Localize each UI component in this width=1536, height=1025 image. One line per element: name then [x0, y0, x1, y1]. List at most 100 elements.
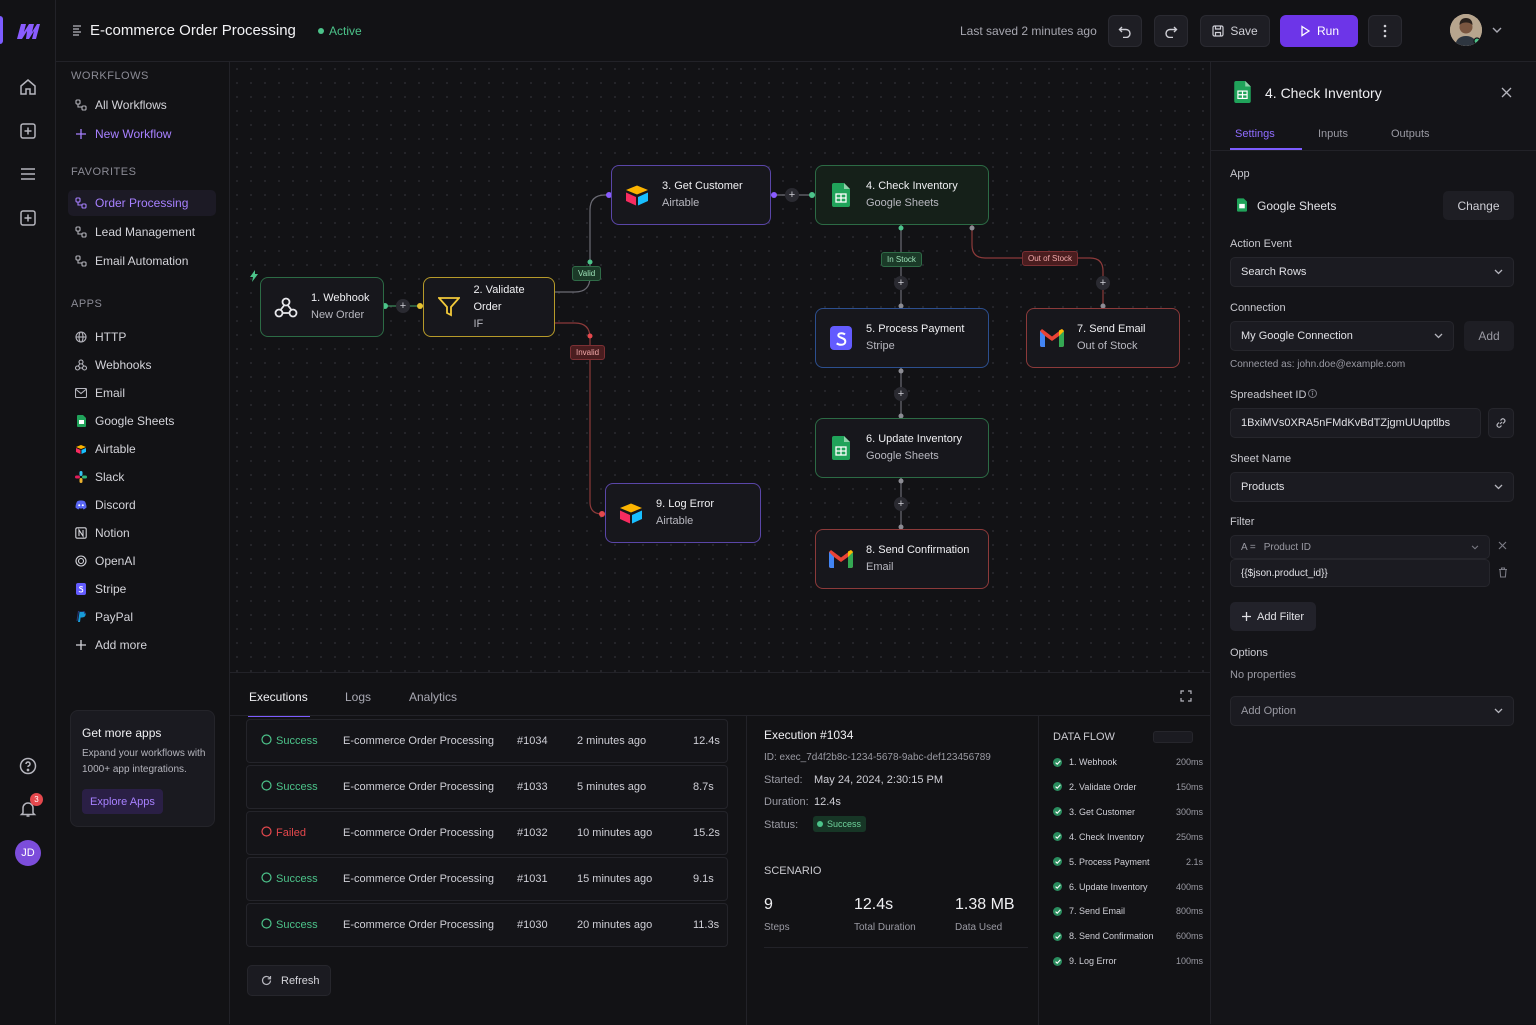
add-step-button[interactable]: +	[396, 299, 410, 313]
airtable-icon	[618, 500, 644, 526]
list-item: 5. Process Payment 2.1s	[1053, 857, 1203, 867]
filter-field-select[interactable]: A = Product ID	[1230, 535, 1490, 559]
execution-time: 2 minutes ago	[577, 735, 647, 747]
connection-select[interactable]: My Google Connection	[1230, 321, 1454, 351]
add-filter-button[interactable]: Add Filter	[1230, 602, 1316, 631]
avatar[interactable]: JD	[15, 840, 41, 866]
execution-id: ID: exec_7d4f2b8c-1234-5678-9abc-def1234…	[764, 752, 991, 763]
sidebar-item-airtable[interactable]: Airtable	[68, 436, 216, 462]
table-row[interactable]: Failed E-commerce Order Processing #1032 10…	[246, 811, 728, 855]
node-get-customer[interactable]: 3. Get Customer Airtable	[611, 165, 771, 225]
tab-inputs[interactable]: Inputs	[1318, 128, 1348, 140]
link-button[interactable]	[1488, 408, 1514, 438]
execution-title: Execution #1034	[764, 728, 854, 742]
refresh-button[interactable]: Refresh	[247, 965, 331, 996]
help-icon[interactable]	[16, 754, 40, 778]
tab-analytics[interactable]: Analytics	[409, 690, 457, 704]
trash-icon[interactable]	[1498, 567, 1508, 578]
sidebar-item-order-processing[interactable]: Order Processing	[68, 190, 216, 216]
add-option-select[interactable]: Add Option	[1230, 696, 1514, 726]
node-validate-order[interactable]: 2. Validate Order IF	[423, 277, 555, 337]
table-row[interactable]: Success E-commerce Order Processing #1030 2…	[246, 903, 728, 947]
sidebar-item-add-more[interactable]: Add more	[68, 632, 216, 658]
change-app-button[interactable]: Change	[1443, 191, 1514, 220]
tab-settings[interactable]: Settings	[1235, 128, 1275, 140]
sidebar-item-paypal[interactable]: PayPal	[68, 604, 216, 630]
add-step-button[interactable]: +	[894, 276, 908, 290]
workflow-canvas[interactable]: + + + + + + Valid Invalid In Stock Out o…	[230, 62, 1210, 672]
list-item: 6. Update Inventory 400ms	[1053, 882, 1203, 892]
node-update-inventory[interactable]: 6. Update Inventory Google Sheets	[815, 418, 989, 478]
google-sheets-icon	[1234, 81, 1251, 103]
add-step-button[interactable]: +	[785, 188, 799, 202]
sidebar-item-email-automation[interactable]: Email Automation	[68, 248, 216, 274]
add-workflow-icon[interactable]	[16, 119, 40, 143]
check-circle-icon	[1053, 906, 1062, 916]
sidebar-item-discord[interactable]: Discord	[68, 492, 216, 518]
info-icon[interactable]	[1308, 389, 1317, 398]
sheet-name-select[interactable]: Products	[1230, 472, 1514, 502]
user-avatar[interactable]	[1450, 14, 1482, 46]
sidebar-item-all-workflows[interactable]: All Workflows	[68, 92, 216, 118]
node-check-inventory[interactable]: 4. Check Inventory Google Sheets	[815, 165, 989, 225]
node-webhook[interactable]: 1. Webhook New Order	[260, 277, 384, 337]
tab-executions[interactable]: Executions	[249, 690, 308, 704]
home-icon[interactable]	[16, 75, 40, 99]
sidebar-item-lead-management[interactable]: Lead Management	[68, 219, 216, 245]
add-step-button[interactable]: +	[894, 387, 908, 401]
tab-logs[interactable]: Logs	[345, 690, 371, 704]
spreadsheet-id-input[interactable]: 1BxiMVs0XRA5nFMdKvBdTZjgmUUqptlbs	[1230, 408, 1481, 438]
list-item: 9. Log Error 100ms	[1053, 956, 1203, 966]
data-flow-toggle[interactable]	[1153, 731, 1193, 743]
chevron-down-icon[interactable]	[1492, 27, 1502, 33]
table-row[interactable]: Success E-commerce Order Processing #1034 2…	[246, 719, 728, 763]
node-log-error[interactable]: 9. Log Error Airtable	[605, 483, 761, 543]
sidebar-item-email[interactable]: Email	[68, 380, 216, 406]
undo-button[interactable]	[1108, 15, 1142, 47]
sidebar-item-webhooks[interactable]: Webhooks	[68, 352, 216, 378]
add-step-button[interactable]: +	[894, 497, 908, 511]
node-send-confirmation[interactable]: 8. Send Confirmation Email	[815, 529, 989, 589]
redo-button[interactable]	[1154, 15, 1188, 47]
check-circle-icon	[1053, 882, 1062, 891]
tab-outputs[interactable]: Outputs	[1391, 128, 1430, 140]
check-circle-icon	[1053, 782, 1062, 792]
table-row[interactable]: Success E-commerce Order Processing #1031 1…	[246, 857, 728, 901]
filter-value-input[interactable]: {{$json.product_id}}	[1230, 559, 1490, 587]
run-button[interactable]: Run	[1280, 15, 1358, 47]
save-icon	[1212, 25, 1224, 37]
list-item: 8. Send Confirmation 600ms	[1053, 931, 1203, 941]
sidebar-item-openai[interactable]: OpenAI	[68, 548, 216, 574]
sidebar-item-google-sheets[interactable]: Google Sheets	[68, 408, 216, 434]
plus-icon	[1242, 612, 1251, 621]
add-step-button[interactable]: +	[1096, 276, 1110, 290]
connected-as-text: Connected as: john.doe@example.com	[1230, 359, 1406, 370]
explore-apps-button[interactable]: Explore Apps	[82, 789, 163, 814]
sidebar-item-notion[interactable]: Notion	[68, 520, 216, 546]
remove-filter-icon[interactable]	[1498, 541, 1507, 550]
page-title[interactable]: E-commerce Order Processing	[90, 22, 296, 39]
app-value: Google Sheets	[1257, 199, 1337, 213]
node-process-payment[interactable]: 5. Process Payment Stripe	[815, 308, 989, 368]
more-options-button[interactable]	[1368, 15, 1402, 47]
success-icon	[261, 918, 272, 929]
node-send-email[interactable]: 7. Send Email Out of Stock	[1026, 308, 1180, 368]
execution-id: #1033	[517, 781, 548, 793]
close-icon[interactable]	[1501, 87, 1512, 98]
action-event-select[interactable]: Search Rows	[1230, 257, 1514, 287]
webhook-icon	[75, 359, 87, 371]
save-button[interactable]: Save	[1200, 15, 1270, 47]
expand-icon[interactable]	[1180, 690, 1192, 702]
workflow-doc-icon	[72, 25, 82, 37]
workflow-icon	[75, 197, 87, 209]
sidebar-item-http[interactable]: HTTP	[68, 324, 216, 350]
sidebar-item-stripe[interactable]: Stripe	[68, 576, 216, 602]
sidebar-item-slack[interactable]: Slack	[68, 464, 216, 490]
sidebar-item-new-workflow[interactable]: New Workflow	[68, 121, 216, 147]
add-app-icon[interactable]	[16, 206, 40, 230]
add-connection-button[interactable]: Add	[1464, 321, 1514, 351]
menu-icon[interactable]	[16, 162, 40, 186]
m-logo-icon[interactable]	[15, 20, 41, 42]
table-row[interactable]: Success E-commerce Order Processing #1033 5…	[246, 765, 728, 809]
redo-icon	[1165, 26, 1178, 38]
